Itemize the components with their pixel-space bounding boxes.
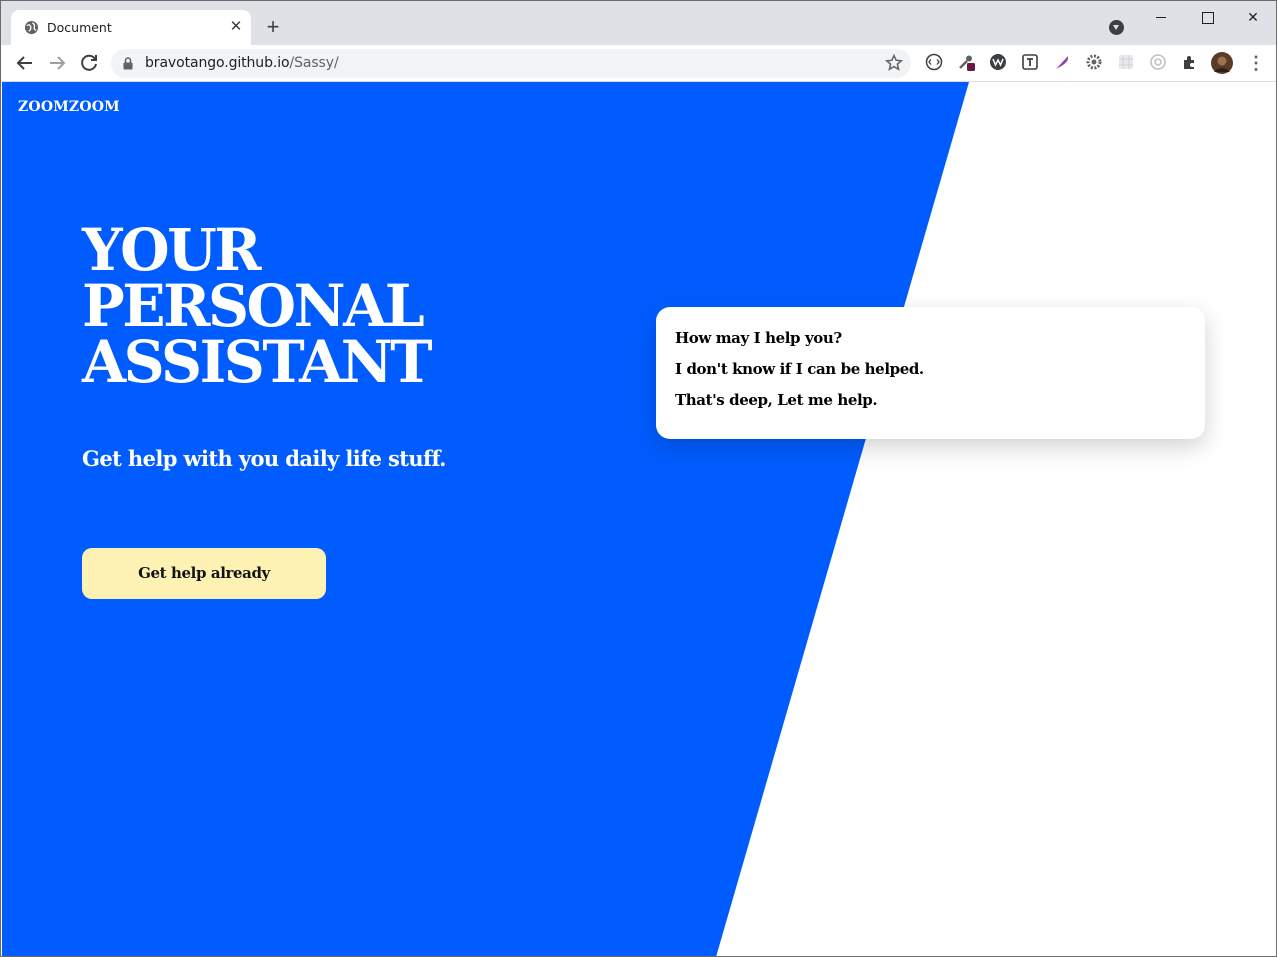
hero-line-3: ASSISTANT: [82, 328, 433, 396]
new-tab-button[interactable]: +: [262, 16, 284, 38]
lock-icon: [123, 57, 133, 70]
avatar[interactable]: [1211, 52, 1233, 74]
close-window-button[interactable]: ✕: [1230, 5, 1276, 29]
media-controls-icon[interactable]: [1109, 20, 1124, 35]
minimize-button[interactable]: [1139, 5, 1185, 29]
target-extension-icon[interactable]: [1149, 53, 1167, 71]
extensions-icon[interactable]: [1181, 53, 1199, 71]
chat-message: That's deep, Let me help.: [675, 391, 878, 409]
address-bar[interactable]: bravotango.github.io/Sassy/: [111, 49, 911, 78]
site-logo[interactable]: ZOOMZOOM: [18, 99, 120, 115]
code-extension-icon[interactable]: [925, 53, 943, 71]
tab-strip: Document ✕ + ✕: [1, 1, 1276, 45]
web-page: ZOOMZOOM YOUR PERSONAL ASSISTANT Get hel…: [2, 82, 1276, 956]
feather-icon[interactable]: [1053, 53, 1071, 71]
tab-close-icon[interactable]: ✕: [227, 18, 245, 36]
hero-title: YOUR PERSONAL ASSISTANT: [82, 216, 437, 396]
browser-toolbar: bravotango.github.io/Sassy/ ⋮: [1, 45, 1276, 82]
hero-line-2: PERSONAL: [82, 272, 425, 340]
kebab-menu-icon[interactable]: ⋮: [1247, 53, 1265, 73]
browser-window: Document ✕ + ✕ bravotango.github.io/Sass…: [0, 0, 1277, 957]
reload-icon[interactable]: [77, 51, 101, 75]
hero-line-1: YOUR: [82, 216, 262, 284]
maximize-button[interactable]: [1184, 5, 1230, 29]
url-path: /Sassy/: [289, 55, 339, 71]
text-extension-icon[interactable]: [1021, 53, 1039, 71]
gear-icon[interactable]: [1085, 53, 1103, 71]
grid-extension-icon[interactable]: [1117, 53, 1135, 71]
star-icon[interactable]: [884, 52, 904, 74]
tab-document[interactable]: Document ✕: [11, 10, 251, 45]
chat-message: I don't know if I can be helped.: [675, 360, 924, 378]
tab-title: Document: [47, 20, 112, 35]
wappalyzer-icon[interactable]: [989, 53, 1007, 71]
url-host: bravotango.github.io: [145, 55, 290, 71]
chat-card: How may I help you? I don't know if I ca…: [656, 307, 1205, 439]
hero-subtitle: Get help with you daily life stuff.: [82, 446, 446, 471]
diagonal-blue-background: [2, 82, 969, 956]
globe-icon: [24, 20, 39, 35]
chat-message: How may I help you?: [675, 329, 842, 347]
back-arrow-icon[interactable]: [13, 51, 37, 75]
url-text: bravotango.github.io/Sassy/: [145, 55, 339, 71]
get-help-button[interactable]: Get help already: [82, 548, 326, 599]
eyedropper-icon[interactable]: [957, 53, 975, 71]
forward-arrow-icon[interactable]: [45, 51, 69, 75]
